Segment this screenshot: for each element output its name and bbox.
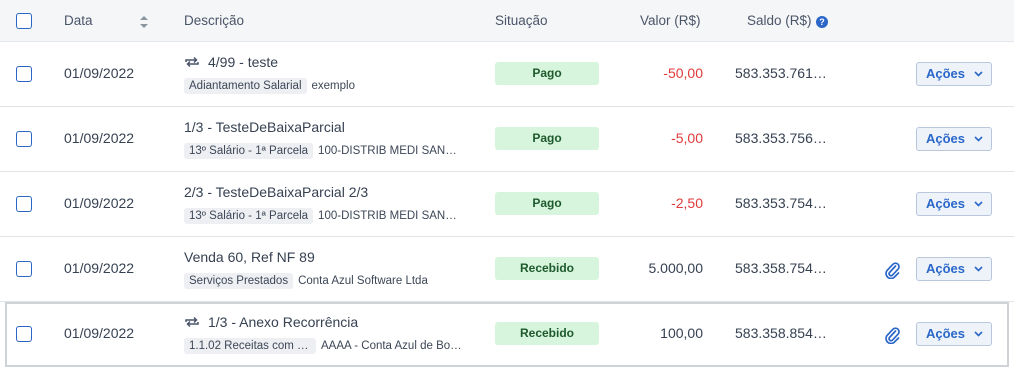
row-valor: -2,50 (671, 195, 703, 211)
status-badge: Pago (495, 127, 599, 150)
row-saldo: 583.353.754,00 (735, 195, 827, 211)
row-valor: 100,00 (660, 325, 703, 341)
row-tags: 1.1.02 Receitas com Serviços AAAA - Conta… (184, 338, 463, 354)
row-subtext: Conta Azul Software Ltda (298, 275, 428, 287)
table-header: Data Descrição Situação Valor (R$) Saldo… (0, 0, 1014, 42)
status-badge: Pago (495, 62, 599, 85)
row-date: 01/09/2022 (64, 325, 135, 341)
row-valor: -50,00 (663, 65, 703, 81)
row-date: 01/09/2022 (64, 65, 135, 81)
table-row[interactable]: 01/09/2022 1/3 - Anexo Recorrência 1.1.0… (5, 302, 1009, 367)
help-icon[interactable]: ? (816, 16, 828, 28)
row-checkbox[interactable] (16, 326, 32, 342)
row-title: 4/99 - teste (208, 54, 279, 70)
column-header-valor: Valor (R$) (640, 13, 701, 28)
row-saldo: 583.358.754,00 (735, 260, 827, 276)
row-checkbox[interactable] (16, 196, 32, 212)
row-subtext: AAAA - Conta Azul de Bolso (321, 340, 463, 352)
table-row[interactable]: 01/09/2022 4/99 - teste Adiantamento Sal… (0, 42, 1014, 107)
table-row[interactable]: 01/09/2022 2/3 - TesteDeBaixaParcial 2/3… (0, 172, 1014, 237)
row-tags: Adiantamento Salarial exemplo (184, 78, 355, 94)
row-title: 1/3 - Anexo Recorrência (208, 314, 359, 330)
row-date: 01/09/2022 (64, 130, 135, 146)
attachment-icon[interactable] (884, 261, 900, 279)
category-tag: Adiantamento Salarial (184, 78, 307, 94)
row-checkbox[interactable] (16, 261, 32, 277)
row-checkbox[interactable] (16, 66, 32, 82)
row-description[interactable]: 2/3 - TesteDeBaixaParcial 2/3 (184, 184, 368, 200)
actions-label: Ações (926, 131, 966, 146)
actions-button[interactable]: Ações (916, 62, 992, 86)
row-date: 01/09/2022 (64, 260, 135, 276)
row-description[interactable]: Venda 60, Ref NF 89 (184, 249, 315, 265)
column-header-situacao: Situação (495, 13, 548, 28)
column-header-descricao: Descrição (184, 13, 245, 28)
actions-button[interactable]: Ações (916, 257, 992, 281)
row-saldo: 583.353.756,00 (735, 130, 827, 146)
actions-label: Ações (926, 196, 966, 211)
chevron-down-icon (974, 266, 983, 272)
attachment-icon[interactable] (884, 326, 900, 344)
category-tag: 13º Salário - 1ª Parcela (184, 143, 314, 159)
row-description[interactable]: 4/99 - teste (184, 54, 278, 70)
row-date: 01/09/2022 (64, 195, 135, 211)
row-saldo: 583.353.761,00 (735, 65, 827, 81)
row-subtext: 100-DISTRIB MEDI SANTOS (318, 210, 461, 222)
table-row[interactable]: 01/09/2022 Venda 60, Ref NF 89 Serviços … (0, 237, 1014, 302)
row-tags: Serviços Prestados Conta Azul Software Lt… (184, 273, 428, 289)
row-tags: 13º Salário - 1ª Parcela 100-DISTRIB MEDI… (184, 143, 460, 159)
column-header-data[interactable]: Data (64, 0, 93, 42)
chevron-down-icon (974, 331, 983, 337)
row-saldo: 583.358.854,00 (735, 325, 827, 341)
chevron-down-icon (974, 71, 983, 77)
category-tag: 13º Salário - 1ª Parcela (184, 208, 314, 224)
actions-button[interactable]: Ações (916, 127, 992, 151)
chevron-down-icon (974, 201, 983, 207)
row-title: Venda 60, Ref NF 89 (184, 249, 315, 265)
column-header-saldo: Saldo (R$) (747, 13, 812, 28)
status-badge: Pago (495, 192, 599, 215)
row-description[interactable]: 1/3 - TesteDeBaixaParcial (184, 119, 345, 135)
status-badge: Recebido (495, 257, 599, 280)
row-subtext: exemplo (311, 80, 355, 92)
row-title: 2/3 - TesteDeBaixaParcial 2/3 (184, 184, 369, 200)
category-tag: 1.1.02 Receitas com Serviços (184, 338, 316, 354)
actions-button[interactable]: Ações (916, 322, 992, 346)
row-subtext: 100-DISTRIB MEDI SANTOS (318, 145, 461, 157)
actions-label: Ações (926, 66, 966, 81)
actions-button[interactable]: Ações (916, 192, 992, 216)
category-tag: Serviços Prestados (184, 273, 294, 289)
row-checkbox[interactable] (16, 131, 32, 147)
sort-icon[interactable] (138, 14, 150, 30)
row-title: 1/3 - TesteDeBaixaParcial (184, 119, 345, 135)
actions-label: Ações (926, 261, 966, 276)
actions-label: Ações (926, 326, 966, 341)
recurrence-icon (185, 56, 199, 68)
transactions-table: Data Descrição Situação Valor (R$) Saldo… (0, 0, 1014, 373)
row-valor: 5.000,00 (648, 260, 704, 276)
recurrence-icon (185, 316, 199, 328)
table-row[interactable]: 01/09/2022 1/3 - TesteDeBaixaParcial 13º… (0, 107, 1014, 172)
row-tags: 13º Salário - 1ª Parcela 100-DISTRIB MEDI… (184, 208, 460, 224)
status-badge: Recebido (495, 322, 599, 345)
chevron-down-icon (974, 136, 983, 142)
select-all-checkbox[interactable] (16, 13, 32, 29)
row-valor: -5,00 (671, 130, 703, 146)
row-description[interactable]: 1/3 - Anexo Recorrência (184, 314, 358, 330)
